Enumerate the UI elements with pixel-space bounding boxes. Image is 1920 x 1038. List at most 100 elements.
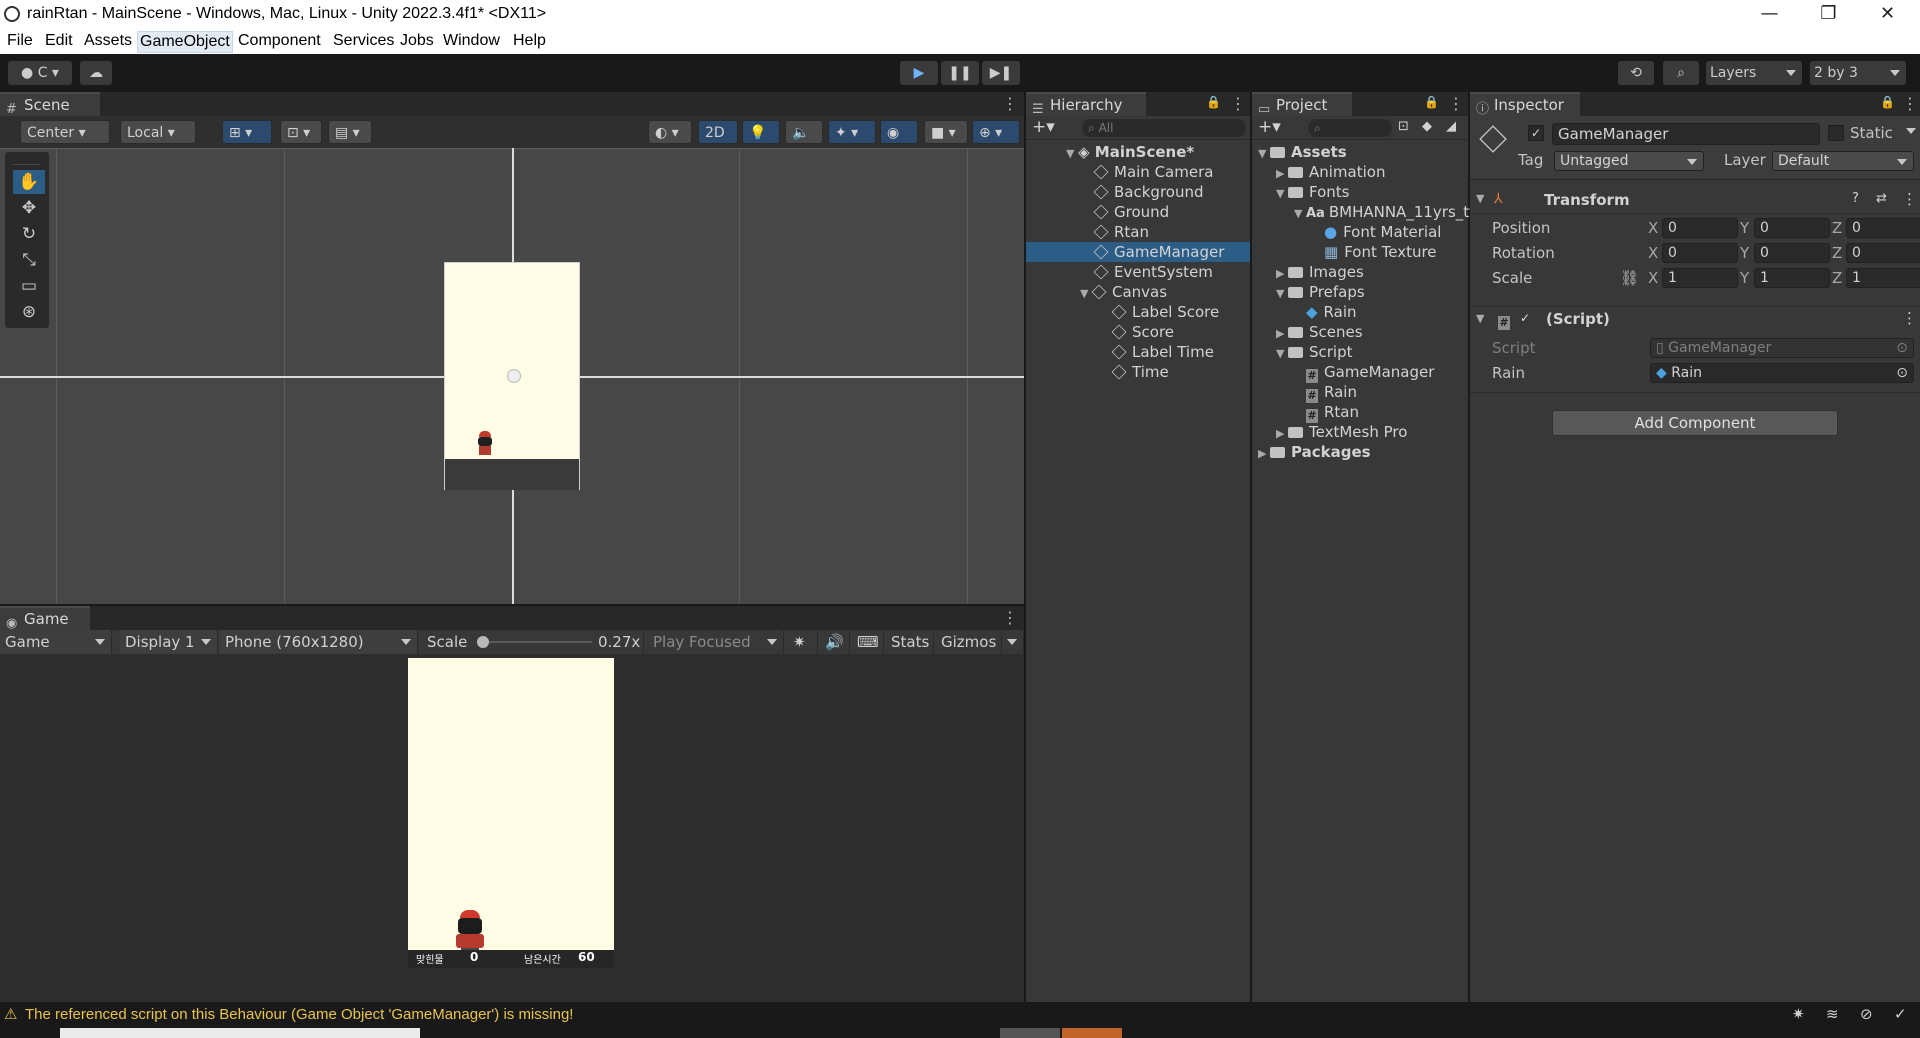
close-button[interactable]: ✕ — [1860, 0, 1915, 29]
project-item[interactable]: ▼ Prefaps — [1276, 282, 1365, 302]
space-dropdown[interactable]: Local ▾ — [120, 120, 196, 144]
menu-help[interactable]: Help — [511, 31, 548, 51]
gizmos-dropdown[interactable]: ⊕ ▾ — [972, 120, 1020, 144]
account-button[interactable]: ● C ▾ — [8, 61, 72, 85]
hierarchy-item[interactable]: Main Camera — [1026, 162, 1250, 182]
active-checkbox[interactable]: ✓ — [1528, 125, 1544, 141]
game-view-dropdown[interactable]: Game — [0, 630, 112, 654]
filter-label-icon[interactable]: ◆ — [1422, 119, 1432, 134]
effects-toggle[interactable]: ✦ ▾ — [828, 120, 876, 144]
static-dropdown-icon[interactable] — [1906, 128, 1916, 134]
project-item[interactable]: ▼ Assets — [1258, 142, 1347, 162]
hierarchy-item[interactable]: Label Time — [1026, 342, 1250, 362]
game-menu-icon[interactable]: ⋮ — [1002, 608, 1018, 627]
project-item[interactable]: ▶ Packages — [1258, 442, 1371, 462]
foldout-arrow-icon[interactable]: ▶ — [1276, 264, 1288, 284]
minimize-button[interactable]: — — [1742, 0, 1797, 29]
grid-snap-button[interactable]: ⊞ ▾ — [222, 120, 272, 144]
transform-y-input[interactable]: 0 — [1754, 218, 1830, 238]
rect-tool-icon[interactable]: ▭ — [13, 274, 45, 298]
tab-scene[interactable]: # Scene — [0, 92, 100, 117]
hierarchy-search-input[interactable]: ⌕ All — [1082, 119, 1246, 137]
foldout-arrow-icon[interactable]: ▶ — [1258, 444, 1270, 464]
tag-dropdown[interactable]: Untagged — [1554, 151, 1704, 171]
object-name-input[interactable]: GameManager — [1552, 123, 1820, 145]
play-focused-dropdown[interactable]: Play Focused — [648, 630, 784, 654]
project-menu-icon[interactable]: ⋮ — [1448, 94, 1464, 113]
scene-viewport[interactable]: ✋ ✥ ↻ ⤡ ▭ ⊛ — [0, 148, 1024, 604]
menu-component[interactable]: Component — [236, 31, 323, 51]
project-item[interactable]: ▶ TextMesh Pro — [1276, 422, 1407, 442]
layer-dropdown[interactable]: Default — [1772, 151, 1914, 171]
transform-x-input[interactable]: 0 — [1662, 243, 1738, 263]
component-menu-icon[interactable]: ⋮ — [1902, 190, 1917, 208]
status-message[interactable]: The referenced script on this Behaviour … — [25, 1006, 573, 1023]
gizmos-toggle[interactable]: Gizmos — [936, 630, 1002, 654]
project-item[interactable]: # Rtan — [1294, 402, 1359, 423]
foldout-arrow-icon[interactable]: ▼ — [1258, 144, 1270, 164]
camera-dropdown[interactable]: ■ ▾ — [924, 120, 968, 144]
add-component-button[interactable]: Add Component — [1552, 410, 1838, 436]
transform-y-input[interactable]: 1 — [1754, 268, 1830, 288]
menu-file[interactable]: File — [5, 31, 35, 51]
transform-header[interactable]: ▼ ⅄ Transform ? ⇄ ⋮ — [1470, 188, 1920, 214]
foldout-arrow-icon[interactable]: ▶ — [1276, 164, 1288, 184]
draw-mode-dropdown[interactable]: ◐ ▾ — [648, 120, 692, 144]
foldout-arrow-icon[interactable]: ▶ — [1276, 424, 1288, 444]
project-item[interactable]: # Rain — [1294, 382, 1357, 403]
menu-edit[interactable]: Edit — [43, 31, 75, 51]
play-button[interactable]: ▶ — [900, 61, 938, 85]
lock-icon[interactable]: 🔒 — [1206, 95, 1221, 109]
project-search-input[interactable]: ⌕ — [1308, 119, 1392, 137]
menu-jobs[interactable]: Jobs — [398, 31, 436, 51]
project-item[interactable]: ● Font Material — [1312, 222, 1441, 242]
history-button[interactable]: ⟲ — [1618, 61, 1654, 85]
audio-toggle[interactable]: 🔈 — [785, 120, 823, 144]
scale-slider-thumb[interactable] — [477, 636, 489, 648]
help-icon[interactable]: ? — [1852, 191, 1859, 206]
hierarchy-item[interactable]: Rtan — [1026, 222, 1250, 242]
bug-toggle[interactable]: ✷ — [788, 630, 818, 654]
transform-y-input[interactable]: 0 — [1754, 243, 1830, 263]
restore-button[interactable]: ❐ — [1801, 0, 1856, 29]
hierarchy-item[interactable]: Time — [1026, 362, 1250, 382]
pause-button[interactable]: ❚❚ — [941, 61, 979, 85]
stats-toggle[interactable]: Stats — [886, 630, 934, 654]
script-component-header[interactable]: ▼ # ✓ (Script) ⋮ — [1470, 306, 1920, 332]
step-button[interactable]: ▶❚ — [982, 61, 1020, 85]
search-button[interactable]: ⌕ — [1663, 61, 1699, 85]
foldout-arrow-icon[interactable]: ▼ — [1476, 192, 1484, 205]
project-item[interactable]: ▶ Animation — [1276, 162, 1385, 182]
project-item[interactable]: ▼ Script — [1276, 342, 1353, 362]
snap-increment-button[interactable]: ⊡ ▾ — [280, 120, 322, 144]
layers-dropdown[interactable]: Layers — [1706, 61, 1802, 85]
filter-type-icon[interactable]: ⊡ — [1398, 119, 1409, 134]
project-item[interactable]: ▶ Scenes — [1276, 322, 1363, 342]
menu-assets[interactable]: Assets — [82, 31, 134, 51]
transform-tool-icon[interactable]: ⊛ — [13, 300, 45, 324]
menu-gameobject[interactable]: GameObject — [137, 31, 233, 53]
create-button[interactable]: +▾ — [1258, 117, 1281, 137]
transform-z-input[interactable]: 0 — [1846, 218, 1920, 238]
transform-x-input[interactable]: 0 — [1662, 218, 1738, 238]
rain-field[interactable]: ◆ Rain ⊙ — [1650, 363, 1914, 383]
move-tool-icon[interactable]: ✥ — [13, 196, 45, 220]
script-enabled-checkbox[interactable]: ✓ — [1520, 311, 1534, 325]
tab-game[interactable]: ◉ Game — [0, 606, 90, 631]
visibility-toggle[interactable]: ◉ — [880, 120, 918, 144]
gizmos-dropdown-arrow[interactable] — [1002, 630, 1024, 654]
link-icon[interactable]: ⛓ — [1620, 268, 1639, 288]
scene-root[interactable]: ▼◈ MainScene* ⋮ — [1066, 142, 1267, 162]
hierarchy-item[interactable]: Background — [1026, 182, 1250, 202]
layers-icon[interactable]: ≋ — [1826, 1005, 1839, 1023]
debug-off-icon[interactable]: ⊘ — [1860, 1005, 1873, 1023]
project-item[interactable]: ▼ Aa BMHANNA_11yrs_tt — [1294, 202, 1475, 222]
foldout-arrow-icon[interactable]: ▼ — [1476, 312, 1484, 325]
transform-x-input[interactable]: 1 — [1662, 268, 1738, 288]
mute-toggle[interactable]: 🔊 — [820, 630, 850, 654]
preset-icon[interactable]: ⇄ — [1876, 191, 1887, 206]
ruler-button[interactable]: ▤ ▾ — [328, 120, 372, 144]
project-item[interactable]: # GameManager — [1294, 362, 1434, 383]
object-picker-icon[interactable]: ⊙ — [1896, 364, 1908, 382]
foldout-arrow-icon[interactable]: ▼ — [1080, 284, 1092, 304]
